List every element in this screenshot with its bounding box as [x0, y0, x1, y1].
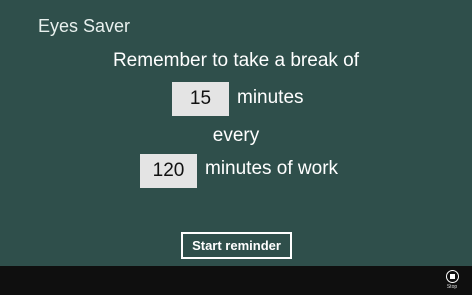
- app-bar: Stop: [0, 266, 472, 295]
- work-unit-label: minutes of work: [205, 158, 339, 179]
- break-prompt: Remember to take a break of: [112, 50, 360, 71]
- stop-label: Stop: [446, 284, 458, 290]
- break-minutes-input[interactable]: [172, 82, 229, 116]
- break-unit-label: minutes: [237, 87, 304, 108]
- stop-icon: [445, 270, 459, 283]
- every-label: every: [212, 125, 260, 146]
- start-reminder-button[interactable]: Start reminder: [181, 232, 292, 259]
- work-minutes-input[interactable]: [140, 154, 197, 188]
- app-title: Eyes Saver: [38, 16, 131, 36]
- stop-button[interactable]: Stop: [444, 270, 460, 290]
